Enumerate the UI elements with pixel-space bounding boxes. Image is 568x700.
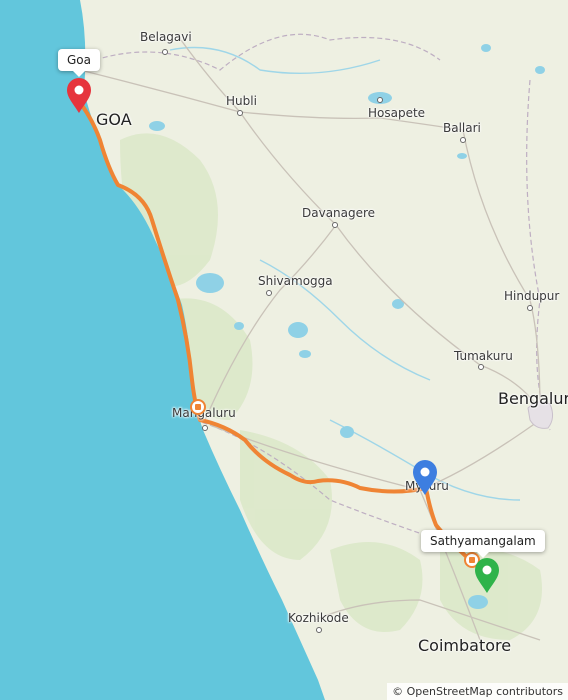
end-marker-tooltip: Sathyamangalam bbox=[421, 530, 545, 558]
map-pin-green-icon[interactable] bbox=[474, 558, 500, 594]
city-dot bbox=[316, 627, 322, 633]
city-dot bbox=[460, 137, 466, 143]
bus-stop-icon[interactable] bbox=[190, 399, 206, 415]
map-view[interactable]: Belagavi GOA Hubli Hosapete Ballari Dava… bbox=[0, 0, 568, 700]
city-dot bbox=[202, 425, 208, 431]
city-label-davanagere: Davanagere bbox=[302, 206, 376, 220]
city-label-ballari: Ballari bbox=[443, 121, 481, 135]
map-attribution[interactable]: © OpenStreetMap contributors bbox=[387, 683, 568, 700]
map-pin-red-icon[interactable] bbox=[66, 78, 92, 114]
city-dot bbox=[237, 110, 243, 116]
city-label-tumakuru: Tumakuru bbox=[454, 349, 513, 363]
city-label-shivamogga: Shivamogga bbox=[258, 274, 333, 288]
city-dot bbox=[377, 97, 383, 103]
city-label-hindupur: Hindupur bbox=[504, 289, 560, 303]
city-dot bbox=[527, 305, 533, 311]
start-marker-tooltip: Goa bbox=[58, 49, 100, 77]
city-label-hubli: Hubli bbox=[226, 94, 257, 108]
city-dot bbox=[162, 49, 168, 55]
city-label-hosapete: Hosapete bbox=[368, 106, 426, 120]
city-label-bengaluru: Bengalur bbox=[498, 389, 568, 408]
city-dot bbox=[478, 364, 484, 370]
city-label-belagavi: Belagavi bbox=[140, 30, 192, 44]
city-label-coimbatore: Coimbatore bbox=[418, 636, 512, 655]
city-dot bbox=[332, 222, 338, 228]
city-dot bbox=[266, 290, 272, 296]
city-label-kozhikode: Kozhikode bbox=[288, 611, 349, 625]
map-pin-blue-icon[interactable] bbox=[412, 460, 438, 496]
city-label-goa: GOA bbox=[96, 110, 132, 129]
